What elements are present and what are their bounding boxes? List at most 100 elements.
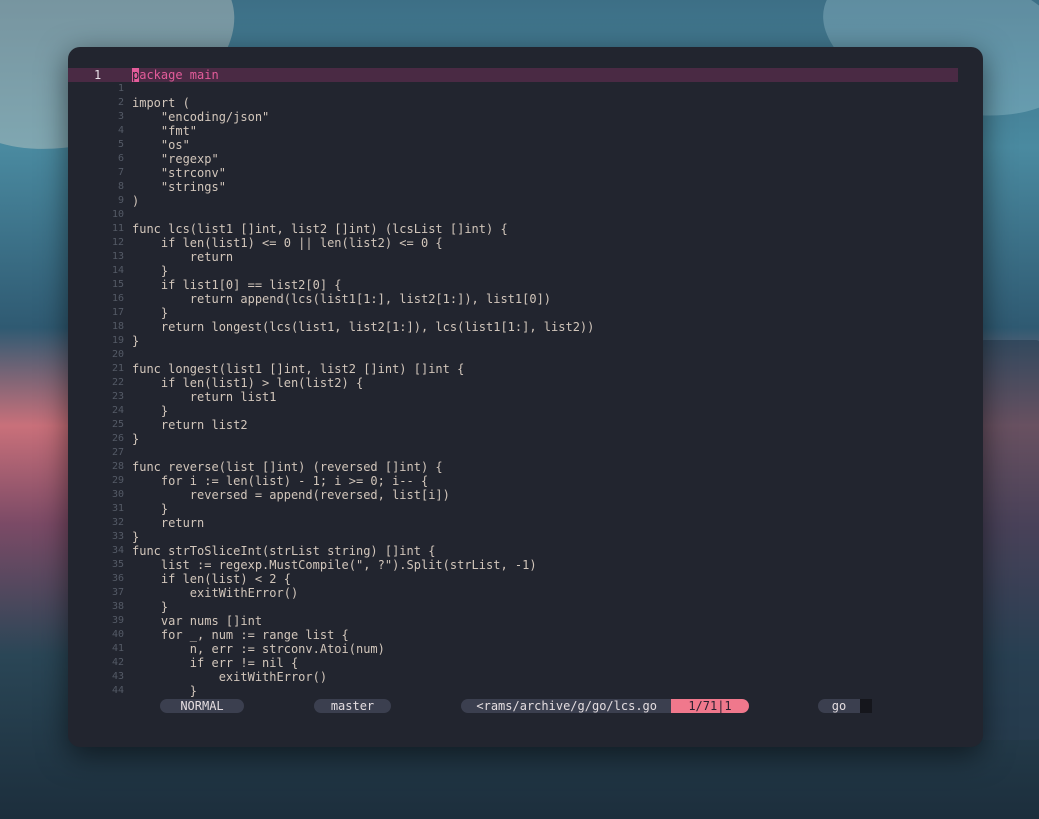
code-line[interactable]: 25 return list2	[68, 418, 983, 432]
code-line[interactable]: 44 }	[68, 684, 983, 698]
line-text[interactable]: func strToSliceInt(strList string) []int…	[132, 544, 435, 558]
code-line[interactable]: 9)	[68, 194, 983, 208]
line-text[interactable]: n, err := strconv.Atoi(num)	[132, 642, 385, 656]
code-line[interactable]: 3 "encoding/json"	[68, 110, 983, 124]
line-number: 1	[94, 68, 102, 82]
line-text[interactable]: exitWithError()	[132, 586, 298, 600]
line-text[interactable]: func lcs(list1 []int, list2 []int) (lcsL…	[132, 222, 508, 236]
line-text[interactable]: "strings"	[132, 180, 226, 194]
line-number: 27	[111, 447, 124, 458]
line-number: 38	[111, 601, 124, 612]
code-line[interactable]: 31 }	[68, 502, 983, 516]
code-line[interactable]: 38 }	[68, 600, 983, 614]
code-line[interactable]: 19}	[68, 334, 983, 348]
line-text[interactable]: exitWithError()	[132, 670, 327, 684]
line-text[interactable]: import (	[132, 96, 190, 110]
line-text[interactable]: }	[132, 432, 139, 446]
code-line[interactable]: 20	[68, 348, 983, 362]
line-number: 10	[111, 209, 124, 220]
code-line[interactable]: 11 func lcs(list1 []int, list2 []int) (lc…	[68, 222, 983, 236]
code-line[interactable]: 22 if len(list1) > len(list2) {	[68, 376, 983, 390]
line-text[interactable]: }	[132, 530, 139, 544]
code-line[interactable]: 18 return longest(lcs(list1, list2[1:]),…	[68, 320, 983, 334]
terminal-window[interactable]: 1 package main 1 2 import (3 "encoding/json"…	[68, 47, 983, 747]
code-line[interactable]: 24 }	[68, 404, 983, 418]
code-line[interactable]: 40 for _, num := range list {	[68, 628, 983, 642]
line-text[interactable]: return	[132, 516, 204, 530]
code-line[interactable]: 21 func longest(list1 []int, list2 []int)…	[68, 362, 983, 376]
line-text[interactable]: "os"	[132, 138, 190, 152]
position-label: 1/71|1	[688, 699, 732, 713]
line-text[interactable]: }	[132, 334, 139, 348]
line-text[interactable]: return longest(lcs(list1, list2[1:]), lc…	[132, 320, 594, 334]
line-text[interactable]: return	[132, 250, 233, 264]
code-line[interactable]: 6 "regexp"	[68, 152, 983, 166]
line-text[interactable]: )	[132, 194, 139, 208]
line-text[interactable]: }	[132, 684, 197, 698]
code-line[interactable]: 10	[68, 208, 983, 222]
line-text[interactable]: if len(list1) > len(list2) {	[132, 376, 363, 390]
code-line[interactable]: 16 return append(lcs(list1[1:], list2[1:…	[68, 292, 983, 306]
line-text[interactable]: }	[132, 502, 168, 516]
line-text[interactable]: "regexp"	[132, 152, 219, 166]
code-line[interactable]: 29 for i := len(list) - 1; i >= 0; i-- {	[68, 474, 983, 488]
code-line[interactable]: 1	[68, 82, 983, 96]
line-text[interactable]: func longest(list1 []int, list2 []int) […	[132, 362, 464, 376]
line-text[interactable]: "fmt"	[132, 124, 197, 138]
line-text[interactable]: return append(lcs(list1[1:], list2[1:]),…	[132, 292, 551, 306]
code-line[interactable]: 37 exitWithError()	[68, 586, 983, 600]
line-text[interactable]: if err != nil {	[132, 656, 298, 670]
line-number: 17	[111, 307, 124, 318]
line-text[interactable]: }	[132, 264, 168, 278]
code-line[interactable]: 30 reversed = append(reversed, list[i])	[68, 488, 983, 502]
line-text[interactable]: if list1[0] == list2[0] {	[132, 278, 342, 292]
line-text[interactable]: if len(list1) <= 0 || len(list2) <= 0 {	[132, 236, 443, 250]
code-line[interactable]: 35 list := regexp.MustCompile(", ?").Spl…	[68, 558, 983, 572]
code-line[interactable]: 27	[68, 446, 983, 460]
code-line[interactable]: 7 "strconv"	[68, 166, 983, 180]
line-text[interactable]: package main	[132, 68, 219, 82]
line-text[interactable]: return list1	[132, 390, 277, 404]
code-line[interactable]: 4 "fmt"	[68, 124, 983, 138]
line-text[interactable]: func reverse(list []int) (reversed []int…	[132, 460, 443, 474]
line-text[interactable]: "strconv"	[132, 166, 226, 180]
line-text[interactable]: list := regexp.MustCompile(", ?").Split(…	[132, 558, 537, 572]
line-text[interactable]: return list2	[132, 418, 248, 432]
line-text[interactable]: }	[132, 404, 168, 418]
code-line[interactable]: 14 }	[68, 264, 983, 278]
line-number: 31	[111, 503, 124, 514]
code-line[interactable]: 17 }	[68, 306, 983, 320]
code-line[interactable]: 8 "strings"	[68, 180, 983, 194]
code-line[interactable]: 23 return list1	[68, 390, 983, 404]
code-line[interactable]: 43 exitWithError()	[68, 670, 983, 684]
line-text[interactable]: for _, num := range list {	[132, 628, 349, 642]
code-line[interactable]: 42 if err != nil {	[68, 656, 983, 670]
line-text[interactable]: "encoding/json"	[132, 110, 269, 124]
line-text[interactable]: }	[132, 306, 168, 320]
cursor: p	[132, 68, 140, 82]
line-number: 4	[117, 125, 124, 136]
line-number: 35	[111, 559, 124, 570]
line-text[interactable]: if len(list) < 2 {	[132, 572, 291, 586]
code-line[interactable]: 15 if list1[0] == list2[0] {	[68, 278, 983, 292]
current-line[interactable]: 1 package main	[68, 68, 958, 82]
line-text[interactable]: for i := len(list) - 1; i >= 0; i-- {	[132, 474, 428, 488]
line-number: 15	[111, 279, 124, 290]
code-line[interactable]: 13 return	[68, 250, 983, 264]
code-line[interactable]: 28 func reverse(list []int) (reversed []i…	[68, 460, 983, 474]
code-line[interactable]: 34 func strToSliceInt(strList string) []i…	[68, 544, 983, 558]
code-line[interactable]: 41 n, err := strconv.Atoi(num)	[68, 642, 983, 656]
code-line[interactable]: 33}	[68, 530, 983, 544]
line-text[interactable]: reversed = append(reversed, list[i])	[132, 488, 450, 502]
code-line[interactable]: 36 if len(list) < 2 {	[68, 572, 983, 586]
code-line[interactable]: 39 var nums []int	[68, 614, 983, 628]
line-number: 34	[111, 545, 124, 556]
code-editor[interactable]: 1 package main 1 2 import (3 "encoding/json"…	[68, 68, 983, 698]
line-text[interactable]: }	[132, 600, 168, 614]
code-line[interactable]: 12 if len(list1) <= 0 || len(list2) <= 0…	[68, 236, 983, 250]
line-text[interactable]: var nums []int	[132, 614, 262, 628]
code-line[interactable]: 2 import (	[68, 96, 983, 110]
code-line[interactable]: 32 return	[68, 516, 983, 530]
code-line[interactable]: 5 "os"	[68, 138, 983, 152]
code-line[interactable]: 26}	[68, 432, 983, 446]
